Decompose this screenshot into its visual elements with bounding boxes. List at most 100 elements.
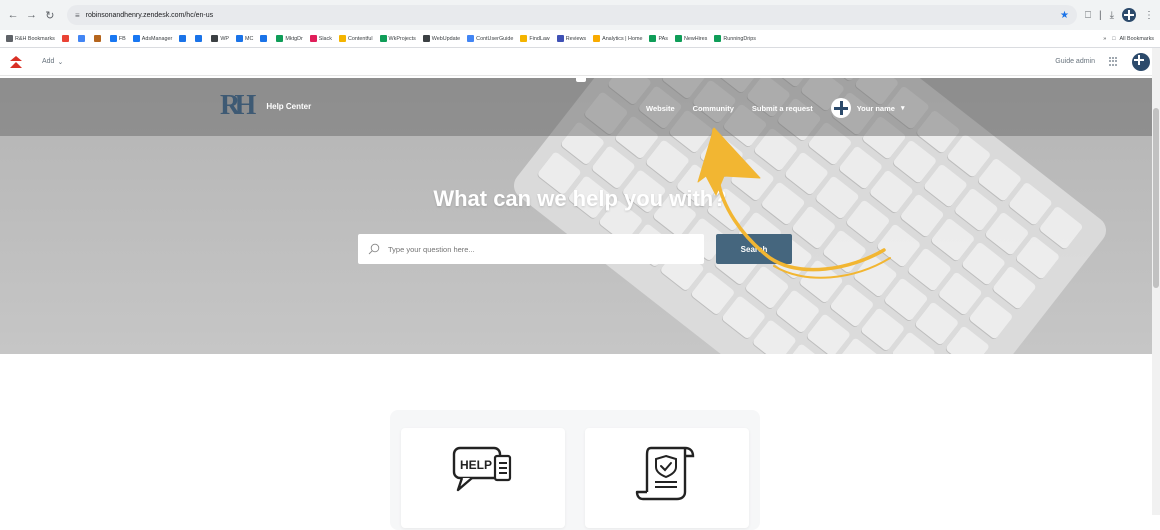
- bookmark-item[interactable]: [179, 35, 188, 42]
- bookmark-favicon-icon: [109, 35, 117, 42]
- bookmark-item[interactable]: WP: [211, 35, 229, 42]
- guide-admin-bar: Add ⌄ Guide admin: [0, 48, 1160, 76]
- bookmark-item[interactable]: [77, 35, 87, 42]
- bookmark-favicon-icon: [422, 35, 430, 42]
- bookmark-favicon-icon: [674, 35, 682, 42]
- bookmark-item[interactable]: R&H Bookmarks: [6, 35, 55, 42]
- bookmarks-bar: R&H Bookmarks FB AdsManager WP MC MktgDr Slack…: [0, 30, 1160, 48]
- folder-icon: □: [1112, 35, 1116, 42]
- divider: |: [1098, 9, 1102, 21]
- bookmark-label: Contentful: [347, 35, 373, 42]
- bookmark-item[interactable]: MC: [236, 35, 253, 42]
- bookmark-favicon-icon: [132, 35, 140, 42]
- page-scrollbar[interactable]: [1152, 48, 1160, 515]
- bookmark-favicon-icon: [179, 35, 187, 42]
- forward-icon[interactable]: →: [24, 6, 38, 24]
- nav-submit-request[interactable]: Submit a request: [752, 104, 813, 113]
- profile-avatar[interactable]: [1122, 8, 1137, 22]
- bookmark-label: AdsManager: [141, 35, 173, 42]
- bookmark-label: PAs: [658, 35, 668, 42]
- zendesk-logo-icon[interactable]: [10, 55, 22, 68]
- caret-down-icon: ▾: [900, 105, 905, 112]
- back-icon[interactable]: ←: [6, 6, 20, 24]
- user-menu[interactable]: Your name ▾: [830, 98, 905, 118]
- bookmark-favicon-icon: [649, 35, 657, 42]
- site-info-icon[interactable]: ≡: [75, 11, 80, 20]
- nav-website[interactable]: Website: [646, 104, 675, 113]
- bookmark-item[interactable]: Analytics | Home: [593, 35, 642, 42]
- site-header: [0, 78, 1160, 136]
- apps-grid-icon[interactable]: [1109, 57, 1118, 66]
- guide-admin-link[interactable]: Guide admin: [1055, 58, 1095, 65]
- category-card-policy[interactable]: [585, 428, 749, 528]
- bookmark-favicon-icon: [93, 35, 101, 42]
- bookmark-item[interactable]: WebUpdate: [422, 35, 461, 42]
- bookmark-item[interactable]: MktgDr: [276, 35, 303, 42]
- bookmark-favicon-icon: [195, 35, 203, 42]
- user-avatar[interactable]: [830, 98, 851, 118]
- bookmark-item[interactable]: [260, 35, 269, 42]
- bookmark-item[interactable]: NewHires: [674, 35, 708, 42]
- bookmark-item[interactable]: ContUserGuide: [467, 35, 513, 42]
- bookmark-favicon-icon: [276, 35, 284, 42]
- bookmark-item[interactable]: [93, 35, 103, 42]
- all-bookmarks-button[interactable]: » □ All Bookmarks: [1103, 36, 1154, 42]
- bookmark-item[interactable]: FindLaw: [520, 35, 550, 42]
- reload-icon[interactable]: ↻: [43, 6, 57, 24]
- menu-kebab-icon[interactable]: ⋮: [1144, 10, 1154, 21]
- bookmark-item[interactable]: [195, 35, 204, 42]
- bookmark-label: WP: [220, 35, 229, 42]
- download-icon[interactable]: ⤓: [1110, 10, 1114, 21]
- bookmark-favicon-icon: [467, 35, 475, 42]
- bookmark-item[interactable]: RunningDrips: [714, 35, 756, 42]
- category-card-help[interactable]: HELP: [401, 428, 565, 528]
- bookmark-label: MktgDr: [285, 35, 303, 42]
- nav-community[interactable]: Community: [693, 104, 734, 113]
- page-title: What can we help you with?: [433, 186, 727, 211]
- bookmark-favicon-icon: [61, 35, 69, 42]
- browser-toolbar: ← → ↻ ≡ robinsonandhenry.zendesk.com/hc/…: [0, 0, 1160, 30]
- bookmark-favicon-icon: [714, 35, 722, 42]
- bookmark-label: R&H Bookmarks: [15, 35, 55, 42]
- bookmark-item[interactable]: [61, 35, 71, 42]
- brand-logo[interactable]: R H: [220, 92, 256, 120]
- search-input[interactable]: [388, 244, 688, 254]
- bookmark-favicon-icon: [77, 35, 85, 42]
- extensions-icon[interactable]: ⎕: [1085, 10, 1091, 21]
- search-form: Search: [358, 234, 792, 264]
- address-bar[interactable]: ≡ robinsonandhenry.zendesk.com/hc/en-us …: [66, 5, 1077, 25]
- scrollbar-thumb[interactable]: [1153, 108, 1159, 288]
- bookmark-label: Reviews: [565, 35, 587, 42]
- search-button[interactable]: Search: [716, 234, 792, 264]
- bookmark-item[interactable]: WkProjects: [379, 35, 416, 42]
- search-box[interactable]: [358, 234, 704, 264]
- bookmark-label: WebUpdate: [431, 35, 461, 42]
- bookmark-star-icon[interactable]: ★: [1060, 10, 1069, 21]
- brand-name[interactable]: Help Center: [266, 102, 311, 111]
- admin-avatar[interactable]: [1132, 52, 1150, 71]
- bookmark-favicon-icon: [379, 35, 387, 42]
- bookmark-item[interactable]: FB: [109, 35, 126, 42]
- bookmark-item[interactable]: PAs: [649, 35, 668, 42]
- bookmark-favicon-icon: [593, 35, 601, 42]
- url-text: robinsonandhenry.zendesk.com/hc/en-us: [85, 11, 214, 19]
- bookmark-item[interactable]: AdsManager: [132, 35, 173, 42]
- bookmark-item[interactable]: Slack: [309, 35, 332, 42]
- more-bookmarks-icon[interactable]: »: [1103, 36, 1106, 42]
- collapse-toggle[interactable]: [576, 76, 586, 82]
- bookmark-label: WkProjects: [388, 35, 416, 42]
- bookmark-label: MC: [245, 35, 254, 42]
- bookmark-item[interactable]: Contentful: [338, 35, 373, 42]
- bookmark-label: Slack: [318, 35, 332, 42]
- bookmark-favicon-icon: [309, 35, 317, 42]
- top-navigation: Website Community Submit a request Your …: [646, 98, 904, 118]
- bookmark-item[interactable]: Reviews: [556, 35, 587, 42]
- add-dropdown[interactable]: Add ⌄: [42, 58, 63, 66]
- bookmark-favicon-icon: [338, 35, 346, 42]
- policy-document-icon: [635, 446, 695, 501]
- bookmark-label: NewHires: [683, 35, 708, 42]
- chevron-down-icon: ⌄: [57, 58, 64, 66]
- bookmark-favicon-icon: [236, 35, 243, 42]
- brand[interactable]: R H Help Center: [220, 92, 311, 120]
- bookmark-favicon-icon: [6, 35, 13, 42]
